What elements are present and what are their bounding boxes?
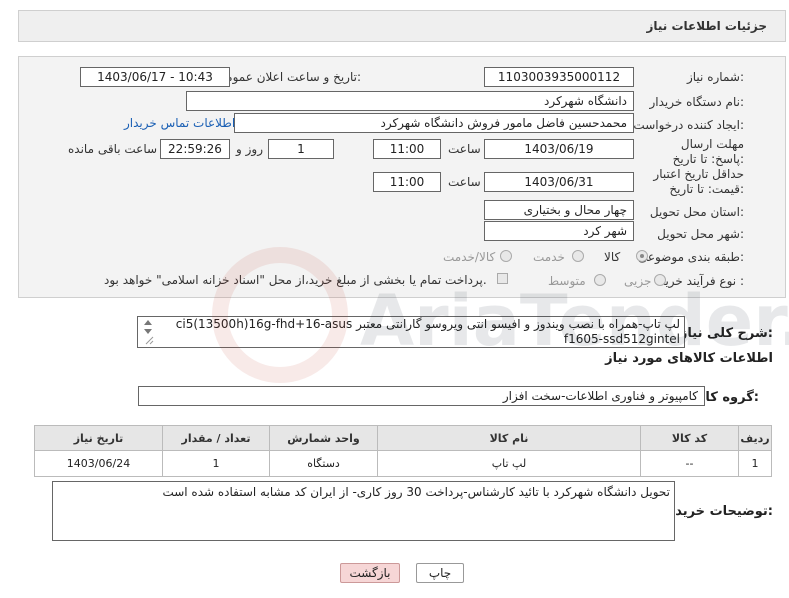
description-text: لپ تاپ-همراه با نصب ویندوز و افیسو انتی … <box>175 317 680 346</box>
category-option-service: خدمت <box>533 250 565 264</box>
validity-time-field: 11:00 <box>373 172 441 192</box>
cell-name: لپ تاپ <box>377 450 641 477</box>
goods-section-title: اطلاعات کالاهای مورد نیاز <box>605 351 773 366</box>
category-radio-goods-service[interactable] <box>500 250 512 262</box>
validity-time-label: ساعت <box>448 175 481 189</box>
category-radio-goods[interactable] <box>636 250 648 262</box>
scroll-updown-icon <box>144 320 154 345</box>
goods-group-label: گروه کالا: <box>695 390 759 405</box>
notes-text: تحویل دانشگاه شهرکرد با تائید کارشناس-پر… <box>162 485 670 499</box>
col-unit: واحد شمارش <box>269 425 378 451</box>
category-radio-service[interactable] <box>572 250 584 262</box>
province-label: استان محل تحویل: <box>649 205 744 219</box>
city-field: شهر کرد <box>484 221 634 241</box>
remaining-label: ساعت باقی مانده <box>68 142 158 156</box>
page-title: جزئیات اطلاعات نیاز <box>646 19 767 33</box>
col-code: کد کالا <box>640 425 739 451</box>
buyer-contact-link[interactable]: اطلاعات تماس خریدار <box>124 116 235 130</box>
cell-qty: 1 <box>162 450 270 477</box>
announce-label: تاریخ و ساعت اعلان عمومی: <box>216 70 361 84</box>
notes-textarea[interactable]: تحویل دانشگاه شهرکرد با تائید کارشناس-پر… <box>52 481 675 541</box>
process-option-minor: جزیی <box>624 274 652 288</box>
category-label: طبقه بندی موضوعی: <box>637 250 744 264</box>
deadline-time-field: 11:00 <box>373 139 441 159</box>
description-scroll-arrows[interactable] <box>142 318 154 346</box>
goods-group-field: کامپیوتر و فناوری اطلاعات-سخت افزار <box>138 386 705 406</box>
process-option-medium: متوسط <box>548 274 586 288</box>
process-label: نوع فرآیند خرید : <box>659 274 744 288</box>
col-qty: تعداد / مقدار <box>162 425 270 451</box>
announce-field: 1403/06/17 - 10:43 <box>80 67 230 87</box>
cell-unit: دستگاه <box>269 450 378 477</box>
cell-date: 1403/06/24 <box>34 450 163 477</box>
goods-table-header: ردیف کد کالا نام کالا واحد شمارش تعداد /… <box>34 425 772 451</box>
days-label: روز و <box>236 142 263 156</box>
table-row: 1 -- لپ تاپ دستگاه 1 1403/06/24 <box>34 450 772 477</box>
process-radio-medium[interactable] <box>594 274 606 286</box>
print-button[interactable]: چاپ <box>416 563 464 583</box>
need-number-label: شماره نیاز: <box>686 70 744 84</box>
buyer-label: نام دستگاه خریدار: <box>649 95 745 109</box>
notes-label: توضیحات خریدار: <box>663 504 773 519</box>
deadline-label: مهلت ارسال پاسخ: تا تاریخ: <box>672 137 744 166</box>
description-textarea[interactable]: لپ تاپ-همراه با نصب ویندوز و افیسو انتی … <box>137 316 685 348</box>
validity-date-field: 1403/06/31 <box>484 172 634 192</box>
process-radio-minor[interactable] <box>654 274 666 286</box>
remaining-time-field: 22:59:26 <box>160 139 230 159</box>
cell-row: 1 <box>738 450 772 477</box>
province-field: چهار محال و بختیاری <box>484 200 634 220</box>
col-row: ردیف <box>738 425 772 451</box>
validity-label: حداقل تاریخ اعتبار قیمت: تا تاریخ: <box>653 167 744 196</box>
col-date: تاریخ نیاز <box>34 425 163 451</box>
deadline-date-field: 1403/06/19 <box>484 139 634 159</box>
buyer-field: دانشگاه شهرکرد <box>186 91 634 111</box>
deadline-time-label: ساعت <box>448 142 481 156</box>
payment-checkbox[interactable] <box>497 273 508 284</box>
creator-label: ایجاد کننده درخواست: <box>633 118 744 132</box>
col-name: نام کالا <box>377 425 641 451</box>
category-option-goods-service: کالا/خدمت <box>443 250 496 264</box>
goods-table: ردیف کد کالا نام کالا واحد شمارش تعداد /… <box>34 425 772 477</box>
days-field: 1 <box>268 139 334 159</box>
description-label: شرح کلی نیاز: <box>679 326 773 341</box>
need-number-field: 1103003935000112 <box>484 67 634 87</box>
creator-field: محمدحسین فاضل مامور فروش دانشگاه شهرکرد <box>234 113 634 133</box>
cell-code: -- <box>640 450 739 477</box>
city-label: شهر محل تحویل: <box>657 227 744 241</box>
category-option-goods: کالا <box>604 250 621 264</box>
payment-note: پرداخت تمام یا بخشی از مبلغ خرید،از محل … <box>104 273 487 287</box>
page-header: جزئیات اطلاعات نیاز <box>18 10 786 42</box>
back-button[interactable]: بازگشت <box>340 563 400 583</box>
